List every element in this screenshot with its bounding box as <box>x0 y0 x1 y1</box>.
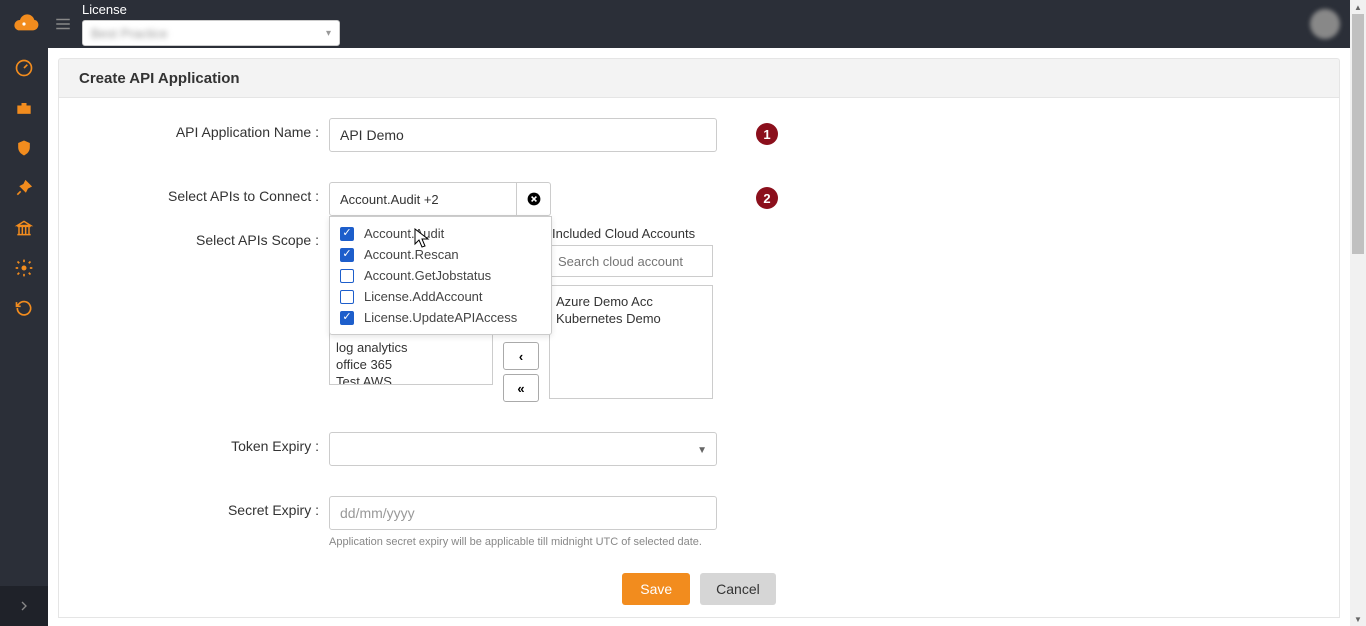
label-token-expiry: Token Expiry : <box>59 432 329 454</box>
row-api-name: API Application Name : 1 <box>59 118 1339 152</box>
nav-dashboard[interactable] <box>0 48 48 88</box>
list-item[interactable]: log analytics <box>330 339 492 356</box>
license-label: License <box>82 2 340 18</box>
license-select[interactable]: Best Practice ▾ <box>82 20 340 46</box>
hint-secret-expiry: Application secret expiry will be applic… <box>329 536 717 548</box>
nav-toolbox[interactable] <box>0 88 48 128</box>
label-scope: Select APIs Scope : <box>59 226 329 248</box>
step-badge-2: 2 <box>756 187 778 209</box>
multi-select-apis[interactable]: Account.Audit +2 <box>329 182 517 216</box>
label-api-name: API Application Name : <box>59 118 329 140</box>
page-title: Create API Application <box>79 70 240 87</box>
row-select-apis: Select APIs to Connect : Account.Audit +… <box>59 182 1339 216</box>
api-option-account-rescan[interactable]: Account.Rescan <box>330 244 551 265</box>
move-left-button[interactable]: ‹ <box>503 342 539 370</box>
list-item[interactable]: Azure Demo Acc <box>550 286 712 310</box>
page-scrollbar[interactable]: ▲ ▼ <box>1350 0 1366 626</box>
search-included[interactable] <box>549 245 713 277</box>
top-bar: License Best Practice ▾ <box>0 0 1350 48</box>
list-item[interactable]: office 365 <box>330 356 492 373</box>
checkbox-icon <box>340 269 354 283</box>
list-item[interactable]: Test AWS <box>330 373 492 385</box>
scroll-down-icon[interactable]: ▼ <box>1350 612 1366 626</box>
nav-shield[interactable] <box>0 128 48 168</box>
included-column: Included Cloud Accounts Azure Demo Acc K… <box>549 226 713 399</box>
list-item[interactable]: Kubernetes Demo <box>550 310 712 327</box>
option-label: License.AddAccount <box>364 289 483 304</box>
panel-header: Create API Application <box>58 58 1340 98</box>
clear-apis-button[interactable] <box>517 182 551 216</box>
nav-history[interactable] <box>0 288 48 328</box>
panel-body: API Application Name : 1 Select APIs to … <box>58 98 1340 618</box>
button-row: Save Cancel <box>59 573 1339 605</box>
option-label: License.UpdateAPIAccess <box>364 310 517 325</box>
option-label: Account.Rescan <box>364 247 459 262</box>
checkbox-icon <box>340 311 354 325</box>
move-all-left-button[interactable]: « <box>503 374 539 402</box>
included-title: Included Cloud Accounts <box>549 226 713 241</box>
api-option-license-addaccount[interactable]: License.AddAccount <box>330 286 551 307</box>
api-option-account-audit[interactable]: Account.Audit <box>330 223 551 244</box>
select-token-expiry[interactable] <box>329 432 717 466</box>
scroll-up-icon[interactable]: ▲ <box>1350 0 1366 14</box>
row-scope: Select APIs Scope : Available Cloud Acco… <box>59 226 1339 402</box>
checkbox-icon <box>340 290 354 304</box>
nav-settings[interactable] <box>0 248 48 288</box>
row-token-expiry: Token Expiry : ▼ <box>59 432 1339 466</box>
multi-select-value: Account.Audit +2 <box>340 192 439 207</box>
nav-expand[interactable] <box>0 586 48 626</box>
included-list[interactable]: Azure Demo Acc Kubernetes Demo <box>549 285 713 399</box>
checkbox-icon <box>340 248 354 262</box>
input-secret-expiry[interactable] <box>329 496 717 530</box>
api-option-account-getjobstatus[interactable]: Account.GetJobstatus <box>330 265 551 286</box>
scrollbar-thumb[interactable] <box>1352 14 1364 254</box>
apis-dropdown[interactable]: Account.Audit Account.Rescan Account.Get… <box>329 216 552 335</box>
content: Create API Application API Application N… <box>48 48 1350 626</box>
step-badge-1: 1 <box>756 123 778 145</box>
chevron-down-icon: ▾ <box>326 28 331 39</box>
cancel-button[interactable]: Cancel <box>700 573 776 605</box>
row-secret-expiry: Secret Expiry : Application secret expir… <box>59 496 1339 548</box>
nav-pin[interactable] <box>0 168 48 208</box>
option-label: Account.Audit <box>364 226 444 241</box>
nav-governance[interactable] <box>0 208 48 248</box>
save-button[interactable]: Save <box>622 573 690 605</box>
sidebar <box>0 48 48 626</box>
label-select-apis: Select APIs to Connect : <box>59 182 329 204</box>
user-avatar[interactable] <box>1310 9 1340 39</box>
api-option-license-updateapiaccess[interactable]: License.UpdateAPIAccess <box>330 307 551 328</box>
app-logo <box>0 0 48 48</box>
option-label: Account.GetJobstatus <box>364 268 491 283</box>
checkbox-icon <box>340 227 354 241</box>
menu-toggle-icon[interactable] <box>48 0 78 48</box>
label-secret-expiry: Secret Expiry : <box>59 496 329 518</box>
license-block: License Best Practice ▾ <box>82 2 340 46</box>
license-value: Best Practice <box>91 26 168 41</box>
input-api-name[interactable] <box>329 118 717 152</box>
